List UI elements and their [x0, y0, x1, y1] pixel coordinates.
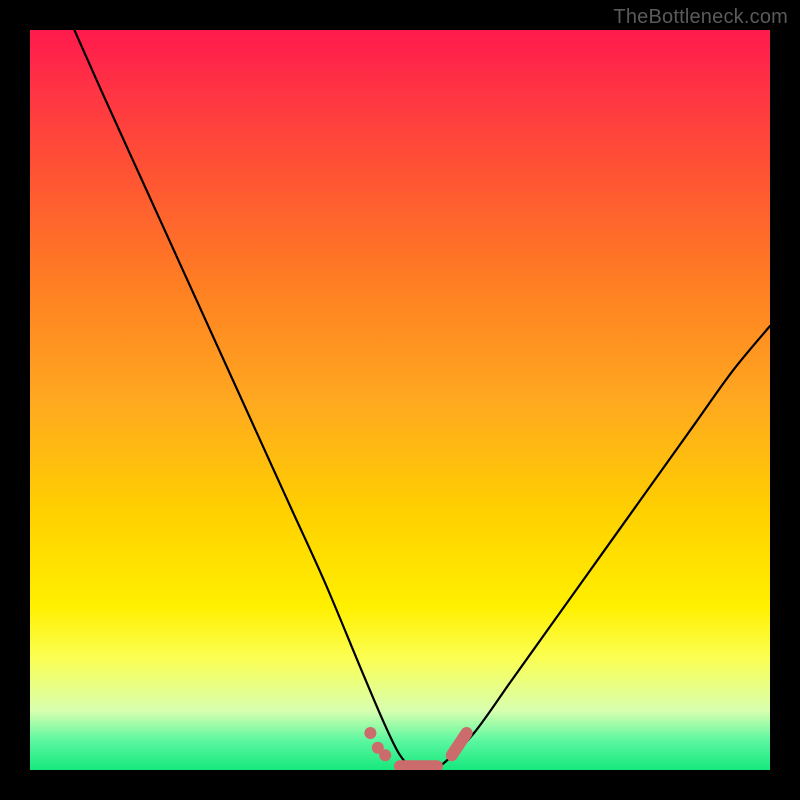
- bottleneck-curve: [74, 30, 770, 770]
- chart-frame: TheBottleneck.com: [0, 0, 800, 800]
- plot-area: [30, 30, 770, 770]
- marker-pill: [452, 733, 467, 755]
- optimal-zone-markers: [364, 727, 466, 766]
- marker-dot: [364, 727, 376, 739]
- marker-dot: [379, 749, 391, 761]
- curve-svg: [30, 30, 770, 770]
- watermark-text: TheBottleneck.com: [613, 6, 788, 29]
